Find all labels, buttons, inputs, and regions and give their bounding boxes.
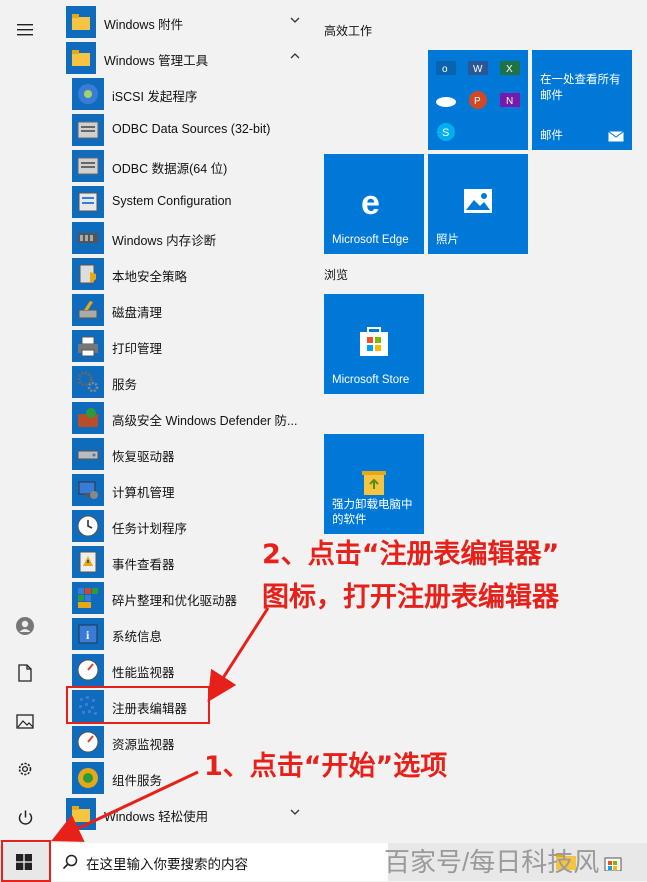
arrow-to-registry-editor	[207, 607, 270, 703]
arrow-to-start-button	[51, 770, 199, 842]
annotation-arrows	[51, 607, 270, 842]
